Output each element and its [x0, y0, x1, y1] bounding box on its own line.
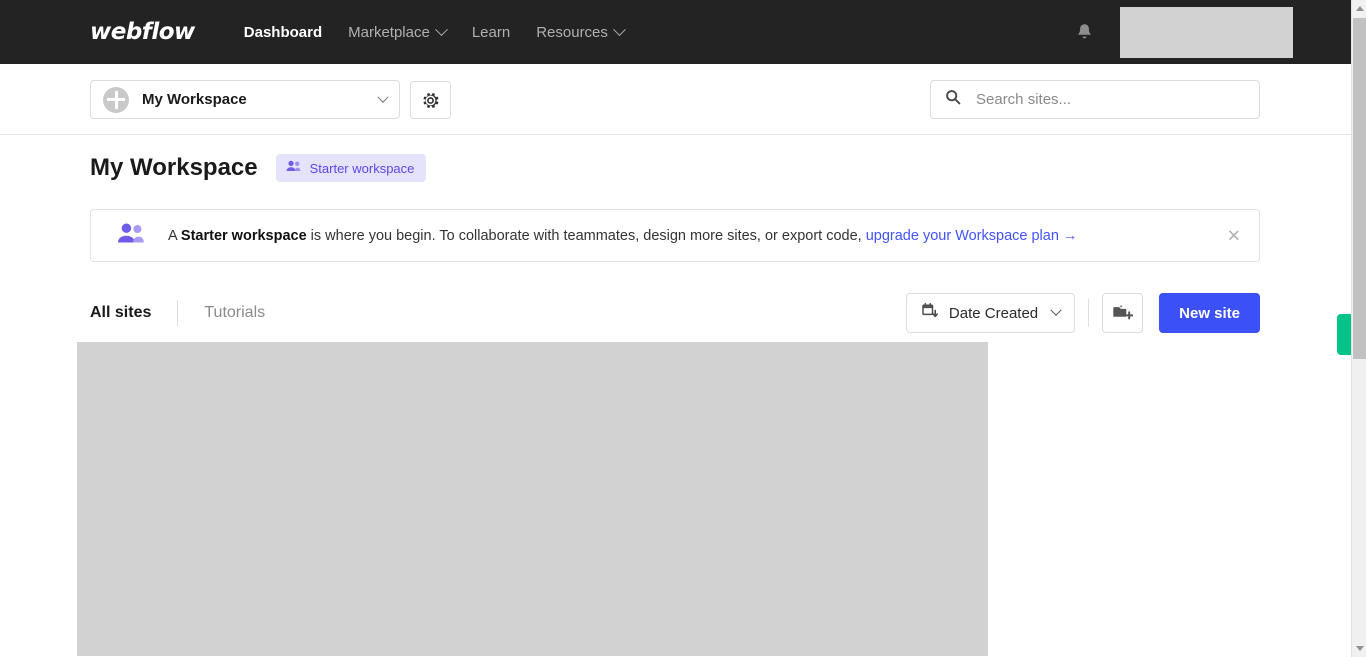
- upgrade-banner: A Starter workspace is where you begin. …: [90, 209, 1260, 262]
- new-folder-button[interactable]: [1102, 293, 1144, 333]
- nav-link-resources[interactable]: Resources: [523, 18, 637, 47]
- toolbar-divider: [1088, 299, 1090, 327]
- nav-link-learn[interactable]: Learn: [459, 18, 523, 47]
- workspace-settings-button[interactable]: [410, 81, 451, 119]
- status-badge-label: Starter workspace: [309, 160, 415, 176]
- people-icon: [117, 222, 146, 249]
- workspace-selector-label: My Workspace: [142, 91, 247, 108]
- top-navbar: webflow Dashboard Marketplace Learn Reso…: [0, 0, 1351, 64]
- sites-loading-placeholder: [77, 342, 988, 656]
- tab-tutorials[interactable]: Tutorials: [204, 302, 265, 324]
- upgrade-plan-link[interactable]: upgrade your Workspace plan →: [866, 228, 1078, 244]
- navbar-right: [1074, 0, 1351, 64]
- scroll-up-arrow-icon[interactable]: [1352, 1, 1366, 16]
- browser-page: webflow Dashboard Marketplace Learn Reso…: [0, 0, 1366, 657]
- new-site-button[interactable]: New site: [1159, 293, 1260, 333]
- page-viewport: webflow Dashboard Marketplace Learn Reso…: [0, 0, 1351, 657]
- nav-link-dashboard[interactable]: Dashboard: [231, 18, 335, 47]
- sort-by-button[interactable]: Date Created: [905, 293, 1076, 333]
- chevron-down-icon: [1050, 304, 1062, 316]
- main-content: My Workspace Starter workspace A Starter…: [0, 136, 1351, 656]
- page-title: My Workspace: [90, 154, 258, 181]
- feedback-tab[interactable]: [1337, 314, 1351, 355]
- tab-divider: [177, 300, 179, 326]
- search-sites-box[interactable]: [930, 80, 1260, 119]
- bell-icon[interactable]: [1074, 21, 1094, 43]
- scrollbar-thumb[interactable]: [1353, 18, 1366, 359]
- nav-link-dashboard-label: Dashboard: [243, 23, 323, 41]
- tab-all-sites[interactable]: All sites: [90, 302, 151, 324]
- search-icon: [945, 89, 961, 110]
- banner-text-before: A: [168, 227, 181, 244]
- banner-text-middle: is where you begin. To collaborate with …: [306, 227, 866, 244]
- nav-link-learn-label: Learn: [471, 23, 511, 41]
- upgrade-banner-text: A Starter workspace is where you begin. …: [168, 228, 1077, 244]
- chevron-down-icon: [613, 22, 626, 36]
- scroll-down-arrow-icon[interactable]: [1352, 641, 1366, 656]
- calendar-sort-icon: [921, 302, 939, 324]
- chevron-down-icon: [377, 91, 389, 103]
- navbar-loading-placeholder: [1120, 6, 1293, 58]
- workspace-bar: My Workspace: [0, 64, 1351, 135]
- workspace-selector[interactable]: My Workspace: [90, 80, 400, 119]
- webflow-logo[interactable]: webflow: [90, 19, 195, 45]
- nav-link-marketplace[interactable]: Marketplace: [335, 18, 459, 47]
- chevron-down-icon: [434, 22, 448, 36]
- nav-link-resources-label: Resources: [536, 23, 608, 41]
- browser-scrollbar[interactable]: [1351, 0, 1366, 657]
- close-icon[interactable]: ✕: [1227, 227, 1241, 244]
- title-row: My Workspace Starter workspace: [90, 154, 1351, 182]
- search-input[interactable]: [974, 90, 1234, 109]
- nav-link-marketplace-label: Marketplace: [348, 23, 430, 41]
- status-badge[interactable]: Starter workspace: [275, 154, 427, 182]
- workspace-avatar-icon: [103, 86, 129, 113]
- nav-links: Dashboard Marketplace Learn Resources: [231, 18, 637, 47]
- gear-icon: [423, 92, 439, 108]
- tabs-toolbar-row: All sites Tutorials Date Created New sit…: [90, 291, 1260, 335]
- banner-text-bold: Starter workspace: [180, 227, 307, 244]
- sites-toolbar: Date Created New site: [905, 293, 1260, 333]
- new-folder-icon: [1112, 305, 1133, 320]
- people-icon: [286, 159, 302, 177]
- sort-by-label: Date Created: [948, 304, 1039, 322]
